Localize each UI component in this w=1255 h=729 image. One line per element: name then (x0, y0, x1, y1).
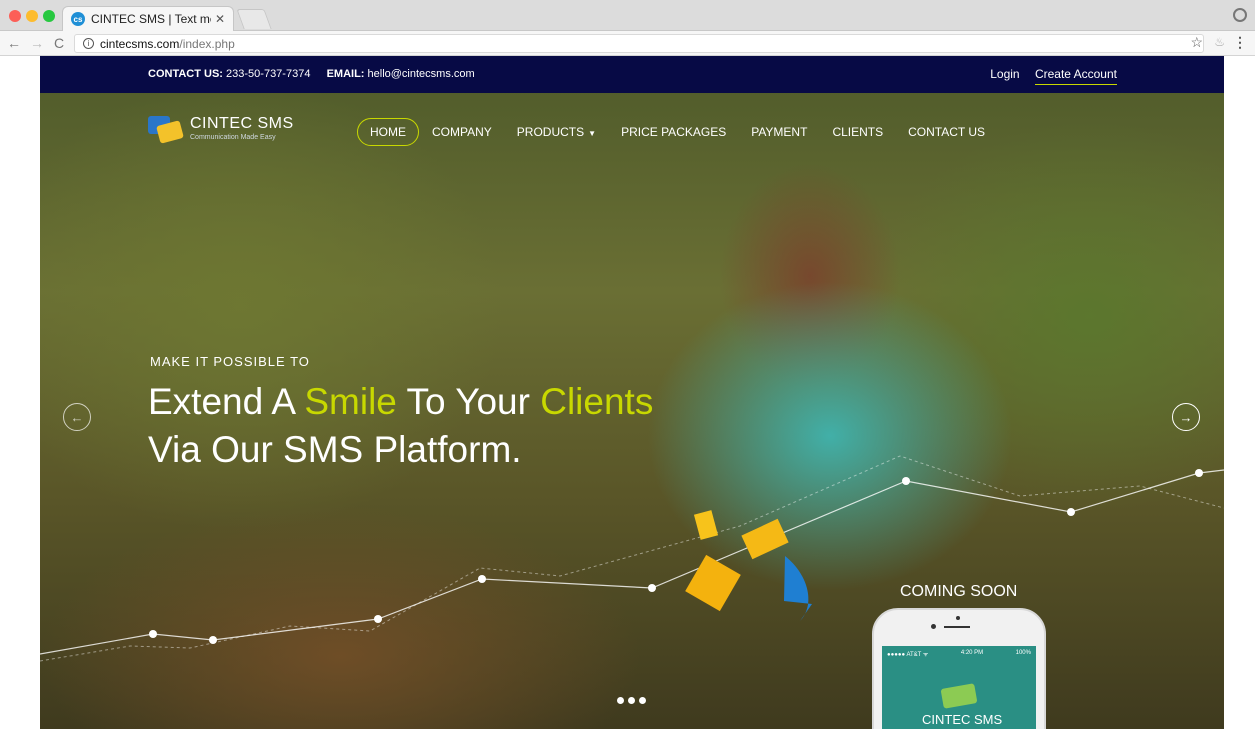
phone-status-bar: ●●●●● AT&T ᯤ 4:20 PM 100% (882, 646, 1036, 662)
nav-item-company[interactable]: COMPANY (420, 119, 504, 145)
contact-email[interactable]: hello@cintecsms.com (368, 68, 475, 80)
auth-links: Login Create Account (978, 67, 1117, 85)
create-account-link[interactable]: Create Account (1034, 67, 1117, 85)
url-host: cintecsms.com (100, 36, 180, 51)
slider-next-button[interactable]: → (1172, 403, 1200, 431)
address-bar[interactable]: i cintecsms.com/index.php (74, 34, 1204, 53)
contact-phone[interactable]: 233-50-737-7374 (226, 68, 310, 80)
nav-item-clients[interactable]: CLIENTS (820, 119, 895, 145)
tab-title: CINTEC SMS | Text messaging (91, 12, 211, 26)
site-logo[interactable]: CINTEC SMS Communication Made Easy (148, 113, 294, 144)
browser-toolbar: ← → C i cintecsms.com/index.php ☆ ♨ ⋮ (0, 31, 1255, 56)
email-label: EMAIL: (326, 68, 365, 80)
top-contact-bar: CONTACT US: 233-50-737-7374 EMAIL: hello… (40, 56, 1224, 93)
headline-text: To Your (396, 381, 541, 422)
envelope-icon (940, 683, 978, 709)
slider-dot[interactable] (628, 697, 635, 704)
nav-item-price-packages[interactable]: PRICE PACKAGES (609, 119, 738, 145)
nav-item-products[interactable]: PRODUCTS ▼ (505, 119, 608, 145)
bookmark-star-icon[interactable]: ☆ (1190, 34, 1203, 51)
arrow-right-icon: → (1179, 409, 1193, 425)
arrow-left-icon: ← (70, 409, 84, 425)
phone-app-title: CINTEC SMS (922, 712, 1003, 727)
hero-headline-line1: Extend A Smile To Your Clients (148, 378, 653, 426)
headline-highlight-smile: Smile (304, 381, 397, 422)
main-navigation: HOME COMPANY PRODUCTS ▼ PRICE PACKAGES PA… (357, 118, 998, 146)
maximize-window-button[interactable] (43, 10, 55, 22)
login-link[interactable]: Login (990, 67, 1019, 81)
extension-icon[interactable]: ♨ (1214, 35, 1225, 49)
tab-close-icon[interactable]: ✕ (215, 12, 225, 26)
nav-item-products-label: PRODUCTS (516, 125, 585, 139)
logo-tagline: Communication Made Easy (190, 134, 276, 141)
coming-soon-label: COMING SOON (900, 583, 1018, 600)
site-favicon-icon: cs (71, 12, 85, 26)
phone-speaker-icon (944, 626, 970, 628)
phone-battery: 100% (1015, 650, 1031, 656)
logo-name: CINTEC SMS (190, 115, 294, 132)
nav-item-home[interactable]: HOME (357, 118, 419, 146)
phone-mockup: ●●●●● AT&T ᯤ 4:20 PM 100% CINTEC SMS (872, 608, 1046, 729)
browser-tab-bar: cs CINTEC SMS | Text messaging ✕ (0, 0, 1255, 31)
back-icon[interactable]: ← (7, 35, 21, 51)
menu-icon[interactable]: ⋮ (1233, 34, 1247, 51)
nav-item-contact-us[interactable]: CONTACT US (896, 119, 997, 145)
contact-info: CONTACT US: 233-50-737-7374 EMAIL: hello… (148, 68, 475, 80)
phone-camera-icon (956, 616, 960, 620)
slider-dot[interactable] (639, 697, 646, 704)
headline-text: Extend A (148, 381, 305, 422)
minimize-window-button[interactable] (26, 10, 38, 22)
web-page: CONTACT US: 233-50-737-7374 EMAIL: hello… (40, 56, 1224, 729)
contact-label: CONTACT US: (148, 68, 223, 80)
new-tab-button[interactable] (236, 9, 272, 29)
hero-eyebrow: MAKE IT POSSIBLE TO (150, 354, 310, 369)
profile-icon[interactable] (1233, 8, 1247, 22)
close-window-button[interactable] (9, 10, 21, 22)
logo-mark-icon (148, 113, 184, 144)
hero-headline: Extend A Smile To Your Clients Via Our S… (148, 378, 653, 474)
caret-down-icon: ▼ (588, 129, 597, 138)
headline-highlight-clients: Clients (540, 381, 654, 422)
slider-dot[interactable] (617, 697, 624, 704)
forward-icon[interactable]: → (30, 35, 44, 51)
slider-prev-button[interactable]: ← (63, 403, 91, 431)
url-path: /index.php (179, 36, 235, 51)
phone-carrier: ●●●●● AT&T ᯤ (887, 652, 929, 658)
phone-sensor-icon (931, 624, 936, 629)
browser-tab[interactable]: cs CINTEC SMS | Text messaging ✕ (62, 6, 234, 31)
nav-item-payment[interactable]: PAYMENT (739, 119, 819, 145)
info-icon[interactable]: i (83, 38, 94, 49)
hero-headline-line2: Via Our SMS Platform. (148, 429, 522, 470)
reload-icon[interactable]: C (54, 35, 64, 51)
slider-dots (617, 697, 650, 704)
phone-screen: ●●●●● AT&T ᯤ 4:20 PM 100% CINTEC SMS (882, 646, 1036, 729)
phone-time: 4:20 PM (960, 650, 984, 656)
